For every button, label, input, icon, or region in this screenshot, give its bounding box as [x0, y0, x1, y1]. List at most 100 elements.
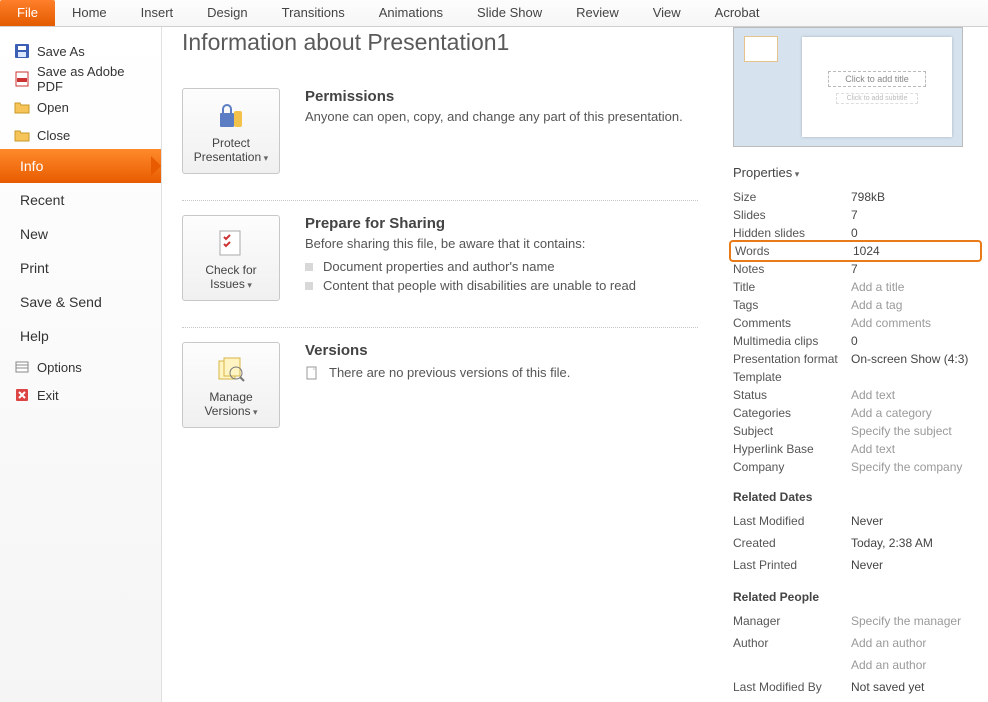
options-icon [14, 359, 30, 375]
property-row[interactable]: TagsAdd a tag [733, 296, 978, 314]
sidebar-close[interactable]: Close [0, 121, 161, 149]
property-label: Title [733, 280, 851, 294]
sidebar-options[interactable]: Options [0, 353, 161, 381]
mini-slide-icon [744, 36, 778, 62]
property-value: 1024 [853, 244, 880, 258]
exit-icon [14, 387, 30, 403]
property-row[interactable]: CommentsAdd comments [733, 314, 978, 332]
property-label: Last Modified By [733, 680, 851, 694]
version-item: There are no previous versions of this f… [305, 363, 570, 382]
property-value: 0 [851, 226, 858, 240]
property-label: Size [733, 190, 851, 204]
sidebar-open[interactable]: Open [0, 93, 161, 121]
property-row: Last Modified ByNot saved yet [733, 676, 978, 698]
tab-insert[interactable]: Insert [124, 0, 191, 26]
sidebar-item-label: Exit [37, 388, 59, 403]
property-label: Presentation format [733, 352, 851, 366]
property-value[interactable]: Add text [851, 442, 895, 456]
property-label: Template [733, 370, 851, 384]
property-row: Multimedia clips0 [733, 332, 978, 350]
property-row[interactable]: CompanySpecify the company [733, 458, 978, 476]
sidebar-exit[interactable]: Exit [0, 381, 161, 409]
property-label: Subject [733, 424, 851, 438]
property-value[interactable]: Add text [851, 388, 895, 402]
property-row[interactable]: ManagerSpecify the manager [733, 610, 978, 632]
tab-animations[interactable]: Animations [362, 0, 460, 26]
sidebar-item-label: Save As [37, 44, 85, 59]
tab-acrobat[interactable]: Acrobat [698, 0, 777, 26]
property-value: Not saved yet [851, 680, 924, 694]
property-value[interactable]: Specify the manager [851, 614, 961, 628]
sidebar-help[interactable]: Help [0, 319, 161, 353]
property-value: 0 [851, 334, 858, 348]
sidebar-print[interactable]: Print [0, 251, 161, 285]
check-for-issues-button[interactable]: Check for Issues [182, 215, 280, 301]
property-value: 798kB [851, 190, 885, 204]
property-value[interactable]: Add an author [851, 636, 926, 650]
property-label: Notes [733, 262, 851, 276]
tab-design[interactable]: Design [190, 0, 264, 26]
related-dates-heading: Related Dates [733, 490, 978, 504]
tab-view[interactable]: View [636, 0, 698, 26]
sidebar-new[interactable]: New [0, 217, 161, 251]
sidebar-item-label: Close [37, 128, 70, 143]
protect-presentation-button[interactable]: Protect Presentation [182, 88, 280, 174]
property-value[interactable]: Add a category [851, 406, 932, 420]
related-people-heading: Related People [733, 590, 978, 604]
property-row[interactable]: StatusAdd text [733, 386, 978, 404]
sidebar-info[interactable]: Info [0, 149, 161, 183]
property-row: Size798kB [733, 188, 978, 206]
property-row[interactable]: Hyperlink BaseAdd text [733, 440, 978, 458]
tab-transitions[interactable]: Transitions [265, 0, 362, 26]
doc-small-icon [305, 366, 319, 380]
backstage-content: Information about Presentation1 Protect … [162, 27, 718, 702]
manage-versions-button[interactable]: Manage Versions [182, 342, 280, 428]
sidebar-save-pdf[interactable]: Save as Adobe PDF [0, 65, 161, 93]
property-row: Presentation formatOn-screen Show (4:3) [733, 350, 978, 368]
issue-item: Content that people with disabilities ar… [305, 276, 636, 295]
property-label: Last Modified [733, 514, 851, 528]
properties-dropdown[interactable]: Properties [733, 165, 978, 180]
issue-item: Document properties and author's name [305, 257, 636, 276]
sidebar-item-label: New [20, 226, 48, 242]
property-label: Words [735, 244, 853, 258]
property-value[interactable]: Add an author [851, 658, 926, 672]
property-value: Today, 2:38 AM [851, 536, 933, 550]
property-value[interactable]: Specify the company [851, 460, 962, 474]
tab-home[interactable]: Home [55, 0, 124, 26]
sidebar-item-label: Recent [20, 192, 64, 208]
property-value[interactable]: Specify the subject [851, 424, 952, 438]
pdf-icon [14, 71, 30, 87]
backstage-sidebar: Save As Save as Adobe PDF Open Close Inf… [0, 27, 162, 702]
property-row[interactable]: SubjectSpecify the subject [733, 422, 978, 440]
property-row[interactable]: AuthorAdd an author [733, 632, 978, 654]
section-heading: Prepare for Sharing [305, 215, 636, 232]
property-label: Slides [733, 208, 851, 222]
property-value[interactable]: Add a tag [851, 298, 902, 312]
sidebar-recent[interactable]: Recent [0, 183, 161, 217]
property-row: Slides7 [733, 206, 978, 224]
sidebar-save-send[interactable]: Save & Send [0, 285, 161, 319]
checklist-icon [213, 227, 249, 259]
property-value[interactable]: Add a title [851, 280, 904, 294]
property-row: Notes7 [733, 260, 978, 278]
sidebar-item-label: Print [20, 260, 49, 276]
property-row[interactable]: TitleAdd a title [733, 278, 978, 296]
sidebar-item-label: Save as Adobe PDF [37, 64, 147, 94]
property-row[interactable]: CategoriesAdd a category [733, 404, 978, 422]
property-row: CreatedToday, 2:38 AM [733, 532, 978, 554]
property-row[interactable]: Add an author [733, 654, 978, 676]
property-label: Last Printed [733, 558, 851, 572]
section-text: Anyone can open, copy, and change any pa… [305, 109, 683, 124]
sidebar-item-label: Open [37, 100, 69, 115]
sidebar-item-label: Save & Send [20, 294, 102, 310]
tab-review[interactable]: Review [559, 0, 636, 26]
property-row: Last ModifiedNever [733, 510, 978, 532]
sidebar-save-as[interactable]: Save As [0, 37, 161, 65]
tab-file[interactable]: File [0, 0, 55, 26]
section-versions: Manage Versions Versions There are no pr… [182, 328, 698, 454]
tab-slideshow[interactable]: Slide Show [460, 0, 559, 26]
property-label: Comments [733, 316, 851, 330]
property-value: On-screen Show (4:3) [851, 352, 968, 366]
property-value[interactable]: Add comments [851, 316, 931, 330]
